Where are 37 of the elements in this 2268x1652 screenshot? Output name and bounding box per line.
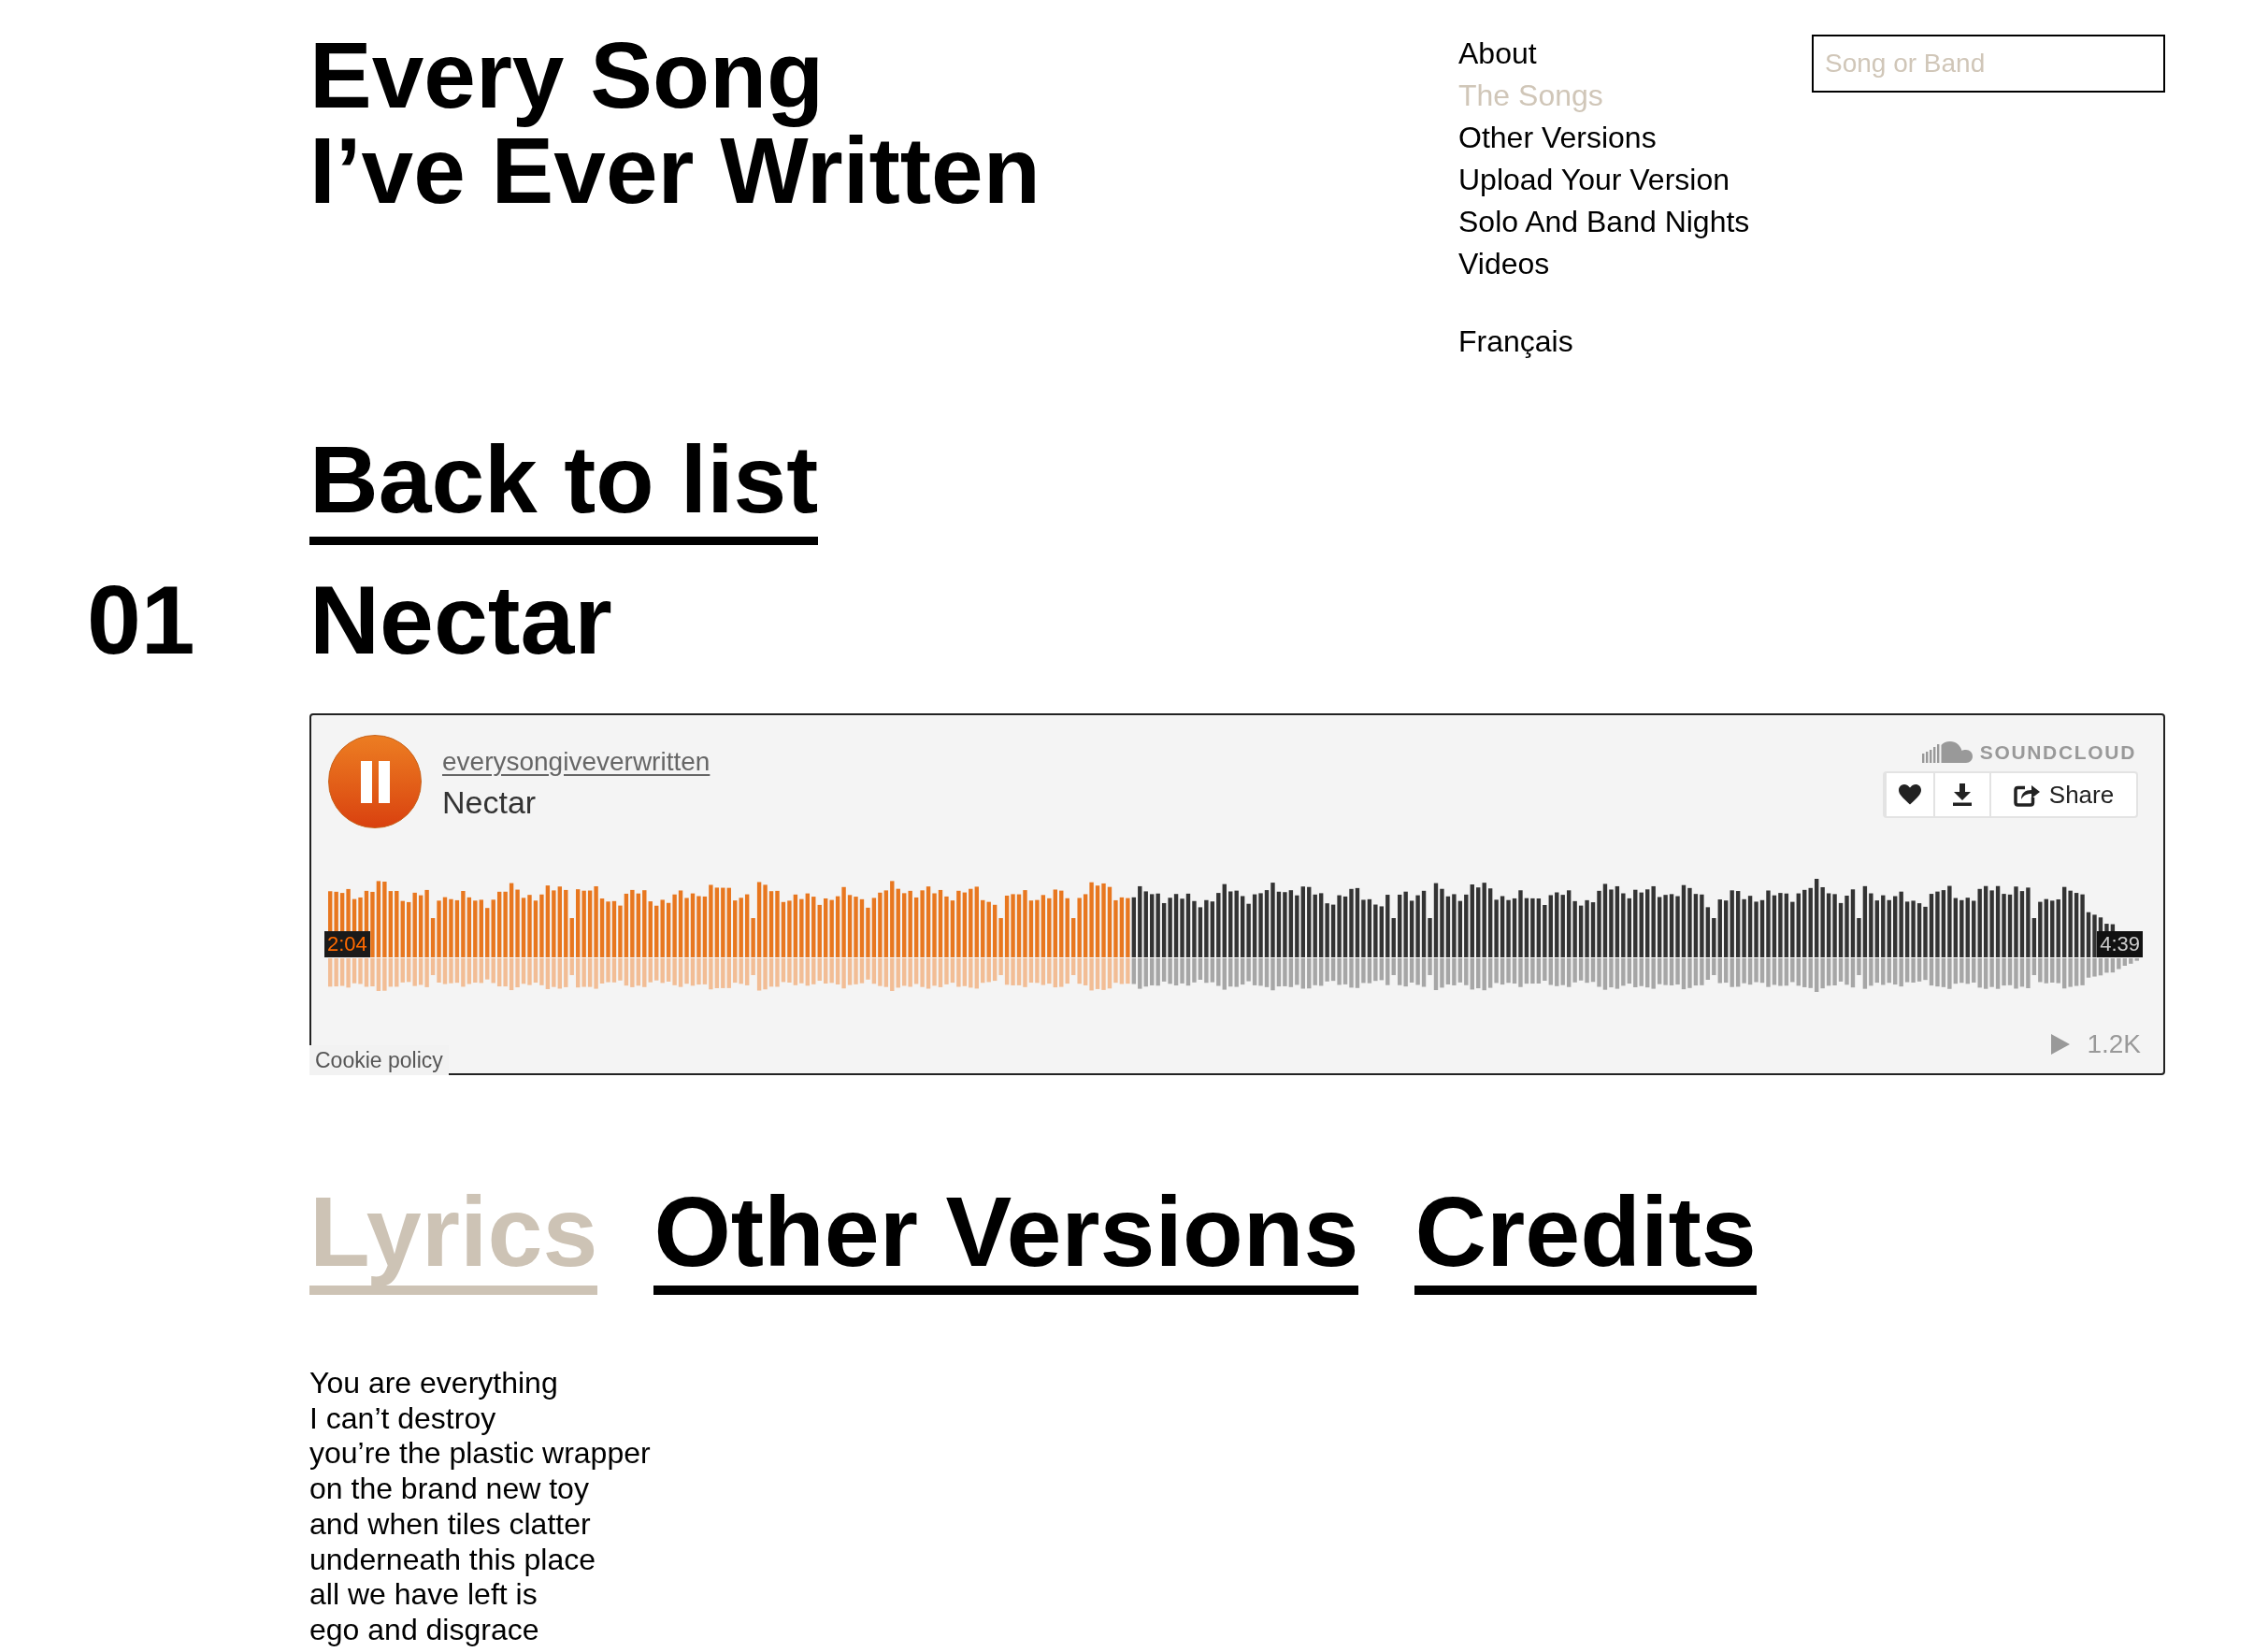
back-link[interactable]: Back to list [309,431,819,545]
brand-name: SOUNDCLOUD [1979,740,2136,765]
nav-link[interactable]: Other Versions [1458,117,1657,159]
lyric-line: you’re the plastic wrapper [309,1436,651,1472]
play-count-icon [2051,1034,2071,1055]
lyric-line: on the brand new toy [309,1472,589,1507]
like-button[interactable] [1883,771,1935,818]
site-title: Every Song I’ve Ever Written [309,27,1041,218]
language-link[interactable]: Français [1458,321,1573,363]
cookie-policy-link[interactable]: Cookie policy [309,1045,449,1075]
heart-icon [1899,784,1921,805]
song-title: Nectar [309,571,612,668]
song-number: 01 [87,571,195,668]
lyric-line: ego and disgrace [309,1612,539,1648]
tab[interactable]: Other Versions [653,1182,1359,1295]
nav-link[interactable]: Videos [1458,243,1550,285]
search-field[interactable]: Song or Band [1812,35,2165,93]
duration-time: 4:39 [2097,931,2143,957]
tab[interactable]: Credits [1414,1182,1757,1295]
nav-link[interactable]: About [1458,33,1537,75]
pause-icon [360,760,390,803]
lyric-line: underneath this place [309,1542,596,1578]
lyric-line: and when tiles clatter [309,1506,591,1543]
lyric-line: all we have left is [309,1577,538,1613]
cloud-icon [1921,740,1973,765]
lyric-line: You are everything [309,1366,558,1401]
share-icon [2013,783,2040,807]
share-button[interactable]: Share [1991,771,2138,818]
artist-link[interactable]: everysongiveverwritten [442,745,711,779]
elapsed-time: 2:04 [324,931,370,957]
download-icon [1952,783,1973,806]
nav-link[interactable]: Solo And Band Nights [1458,201,1750,243]
nav-link[interactable]: Upload Your Version [1458,159,1730,201]
lyric-line: I can’t destroy [309,1401,496,1437]
play-count: 1.2K [2087,1030,2141,1058]
download-button[interactable] [1935,771,1991,818]
track-title: Nectar [442,783,537,822]
